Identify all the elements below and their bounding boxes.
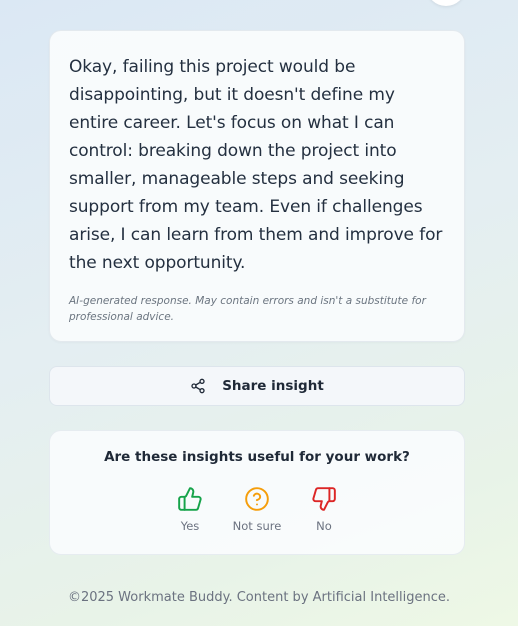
feedback-question: Are these insights useful for your work? <box>104 449 410 465</box>
feedback-not-sure-label: Not sure <box>232 519 282 533</box>
feedback-not-sure-button[interactable]: Not sure <box>222 486 292 533</box>
share-insight-label: Share insight <box>222 378 324 394</box>
response-card: Okay, failing this project would be disa… <box>49 30 465 342</box>
feedback-options: Yes Not sure No <box>50 486 464 536</box>
footer-copyright: ©2025 Workmate Buddy. Content by Artific… <box>67 590 451 605</box>
thumbs-up-icon <box>177 486 203 512</box>
share-insight-button[interactable]: Share insight <box>49 366 465 406</box>
thumbs-down-icon <box>311 486 337 512</box>
share-icon <box>190 378 206 394</box>
feedback-no-button[interactable]: No <box>289 486 359 533</box>
avatar-circle[interactable] <box>427 0 465 6</box>
ai-disclaimer: AI-generated response. May contain error… <box>69 295 426 323</box>
response-text: Okay, failing this project would be disa… <box>69 57 443 273</box>
feedback-no-label: No <box>316 519 332 533</box>
feedback-card: Are these insights useful for your work?… <box>49 430 465 555</box>
question-circle-icon <box>244 486 270 512</box>
feedback-yes-button[interactable]: Yes <box>155 486 225 533</box>
feedback-yes-label: Yes <box>180 519 200 533</box>
